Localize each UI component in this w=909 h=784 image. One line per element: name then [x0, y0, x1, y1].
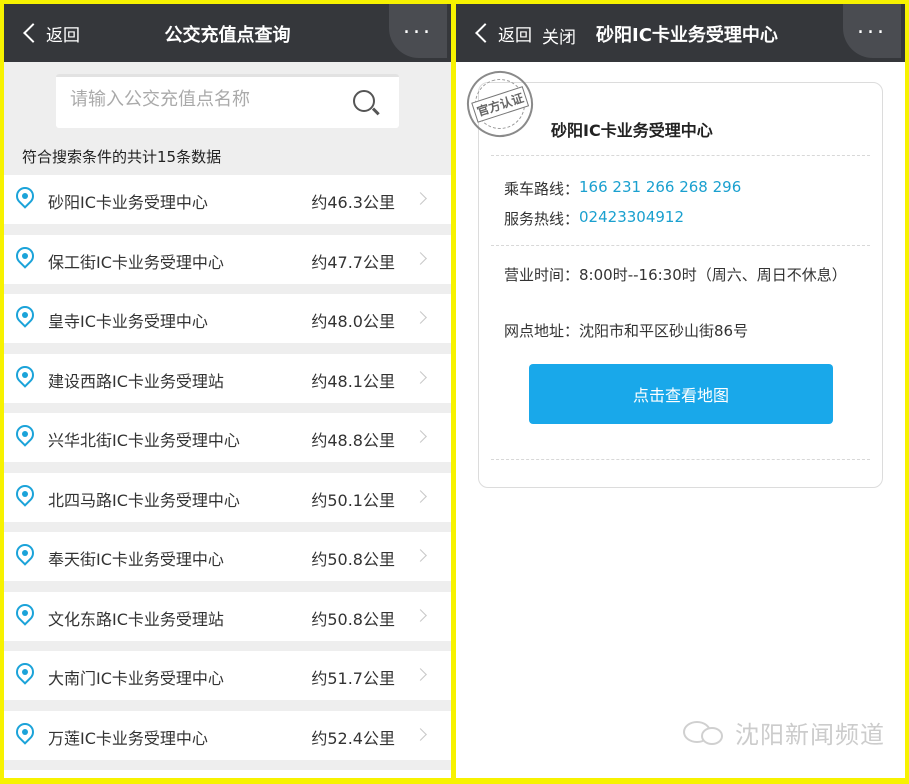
stamp-text: 官方认证	[471, 85, 529, 123]
location-pin-icon	[12, 242, 38, 271]
page-title: 公交充值点查询	[164, 25, 291, 46]
location-pin-icon	[12, 421, 38, 449]
watermark: 沈阳新闻频道	[683, 715, 885, 750]
item-name: 兴华北街IC卡业务受理中心	[48, 431, 240, 450]
item-distance: 约48.0公里	[311, 312, 395, 331]
list-item[interactable]: 保工街IC卡业务受理中心 约47.7公里	[4, 234, 451, 284]
item-name: 奉天街IC卡业务受理中心	[48, 550, 224, 569]
list-item[interactable]: 大南门IC卡业务受理中心 约51.7公里	[4, 651, 451, 700]
chevron-right-icon	[414, 370, 427, 384]
chevron-right-icon	[414, 608, 427, 622]
item-distance: 约52.4公里	[311, 728, 395, 748]
more-dots-icon: ...	[403, 14, 433, 39]
search-box	[56, 74, 399, 128]
watermark-text: 沈阳新闻频道	[735, 721, 885, 749]
item-name: 文化东路IC卡业务受理站	[48, 609, 224, 629]
close-button[interactable]: 关闭	[542, 23, 576, 48]
location-pin-icon	[12, 302, 38, 330]
list-item[interactable]: 北四马路IC卡业务受理中心 约50.1公里	[4, 472, 451, 522]
chevron-right-icon	[414, 489, 427, 503]
search-area	[4, 62, 451, 138]
item-distance: 约48.1公里	[311, 371, 395, 391]
divider	[491, 155, 870, 156]
more-dots-icon: ...	[857, 14, 887, 39]
card-title: 砂阳IC卡业务受理中心	[551, 121, 713, 140]
top-nav-bar: 返回 关闭 砂阳IC卡业务受理中心 ...	[456, 4, 905, 62]
list-item[interactable]: 建设西路IC卡业务受理站 约48.1公里	[4, 353, 451, 403]
location-pin-icon	[12, 599, 38, 628]
item-distance: 约46.3公里	[311, 193, 395, 212]
top-nav-bar: 返回 公交充值点查询 ...	[4, 4, 451, 62]
location-pin-icon	[12, 659, 38, 687]
official-certified-stamp-icon: 官方认证	[458, 62, 542, 146]
detail-card: 官方认证 砂阳IC卡业务受理中心 乘车路线： 166 231 266 268 2…	[458, 62, 883, 488]
view-map-button[interactable]: 点击查看地图	[529, 364, 833, 424]
item-distance: 约50.8公里	[311, 550, 395, 569]
item-name: 北四马路IC卡业务受理中心	[48, 490, 240, 510]
divider	[491, 459, 870, 460]
list-item[interactable]: 皇寺IC卡业务受理中心 约48.0公里	[4, 294, 451, 343]
hours-value: 8:00时--16:30时（周六、周日不休息）	[579, 266, 847, 284]
back-label: 返回	[498, 25, 532, 46]
hours-label: 营业时间：	[504, 266, 580, 284]
chevron-right-icon	[414, 192, 427, 205]
divider	[491, 245, 870, 246]
item-distance: 约50.8公里	[311, 609, 395, 629]
search-input[interactable]	[70, 89, 330, 110]
item-name: 万莲IC卡业务受理中心	[48, 728, 208, 748]
result-count-text: 符合搜索条件的共计15条数据	[22, 148, 222, 166]
list-item[interactable]: 砂阳IC卡业务受理中心 约46.3公里	[4, 175, 451, 224]
page-title: 砂阳IC卡业务受理中心	[596, 25, 778, 46]
location-pin-icon	[12, 540, 38, 568]
chevron-right-icon	[414, 727, 427, 741]
bus-routes-row: 乘车路线： 166 231 266 268 296	[504, 178, 741, 199]
location-pin-icon	[12, 183, 38, 211]
bus-routes-label: 乘车路线：	[504, 180, 580, 198]
bus-routes-value[interactable]: 166 231 266 268 296	[579, 178, 741, 199]
location-pin-icon	[12, 480, 38, 509]
chevron-right-icon	[414, 430, 427, 443]
item-distance: 约51.7公里	[311, 669, 395, 688]
address-row: 网点地址： 沈阳市和平区砂山街86号	[504, 320, 748, 341]
item-distance: 约48.8公里	[311, 431, 395, 450]
list-item[interactable]: 文化东路IC卡业务受理站 约50.8公里	[4, 591, 451, 641]
search-icon[interactable]	[353, 90, 380, 115]
chevron-right-icon	[414, 251, 427, 265]
list-item[interactable]: 兴华北街IC卡业务受理中心 约48.8公里	[4, 413, 451, 462]
item-name: 砂阳IC卡业务受理中心	[48, 193, 208, 212]
list-item[interactable]: 奉天街IC卡业务受理中心 约50.8公里	[4, 532, 451, 581]
hotline-row: 服务热线： 02423304912	[504, 208, 684, 229]
business-hours-row: 营业时间： 8:00时--16:30时（周六、周日不休息）	[504, 263, 854, 287]
result-list: 砂阳IC卡业务受理中心 约46.3公里 保工街IC卡业务受理中心 约47.7公里…	[4, 175, 451, 778]
back-button[interactable]: 返回	[474, 18, 532, 48]
hotline-label: 服务热线：	[504, 210, 580, 228]
address-label: 网点地址：	[504, 322, 580, 340]
chevron-left-icon	[475, 23, 495, 43]
item-name: 保工街IC卡业务受理中心	[48, 252, 224, 272]
list-item[interactable]: 万莲IC卡业务受理中心 约52.4公里	[4, 710, 451, 760]
item-distance: 约50.1公里	[311, 490, 395, 510]
more-menu-button[interactable]: ...	[389, 4, 447, 58]
item-name: 皇寺IC卡业务受理中心	[48, 312, 208, 331]
item-distance: 约47.7公里	[311, 252, 395, 272]
address-value: 沈阳市和平区砂山街86号	[579, 322, 749, 340]
item-name: 建设西路IC卡业务受理站	[48, 371, 224, 391]
list-item-partial[interactable]	[4, 770, 451, 778]
chevron-right-icon	[414, 668, 427, 681]
hotline-value[interactable]: 02423304912	[579, 208, 684, 229]
chevron-right-icon	[414, 549, 427, 562]
chevron-right-icon	[414, 311, 427, 324]
wechat-logo-icon	[683, 719, 727, 747]
location-pin-icon	[12, 718, 38, 747]
detail-screen: 返回 关闭 砂阳IC卡业务受理中心 ... 官方认证 砂阳IC卡业务受理中心 乘…	[456, 4, 905, 778]
location-pin-icon	[12, 361, 38, 390]
search-list-screen: 返回 公交充值点查询 ... 符合搜索条件的共计15条数据 砂阳IC卡业务受理中…	[4, 4, 451, 778]
more-menu-button[interactable]: ...	[843, 4, 901, 58]
item-name: 大南门IC卡业务受理中心	[48, 669, 224, 688]
